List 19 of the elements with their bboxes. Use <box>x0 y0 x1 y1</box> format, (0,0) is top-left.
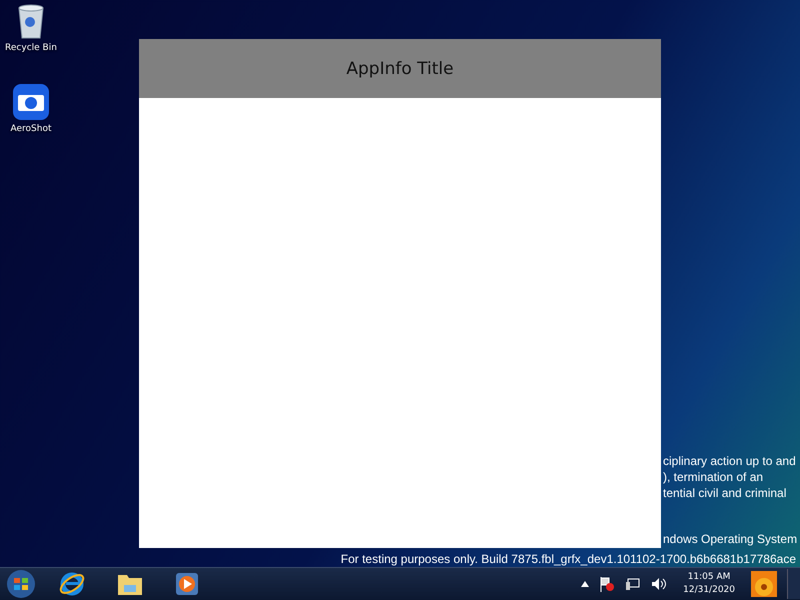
speaker-icon[interactable] <box>651 576 668 592</box>
watermark-text: tential civil and criminal <box>663 485 788 501</box>
browser-icon[interactable] <box>58 570 86 598</box>
window-title: AppInfo Title <box>346 58 454 78</box>
recycle-bin-icon[interactable] <box>17 4 45 40</box>
watermark-text: ndows Operating System <box>663 531 798 547</box>
build-text: For testing purposes only. Build 7875.fbl_grfx_dev1.101102-1700.b6b6681b17786ace <box>340 552 796 566</box>
camera-icon[interactable] <box>12 83 50 121</box>
flag-icon[interactable] <box>599 576 616 592</box>
watermark-text: ), termination of an <box>663 469 764 485</box>
start-button[interactable] <box>4 569 38 599</box>
desktop-icon-label[interactable]: AeroShot <box>10 124 52 134</box>
clock-time[interactable]: 11:05 AM <box>688 571 730 584</box>
media-player-icon[interactable] <box>174 571 200 597</box>
desktop-icon-label[interactable]: Recycle Bin <box>5 43 57 53</box>
show-hidden-icons-icon[interactable] <box>581 581 590 587</box>
network-icon[interactable] <box>625 576 642 592</box>
watermark-text: ciplinary action up to and <box>663 453 797 469</box>
clock-date[interactable]: 12/31/2020 <box>683 584 735 597</box>
